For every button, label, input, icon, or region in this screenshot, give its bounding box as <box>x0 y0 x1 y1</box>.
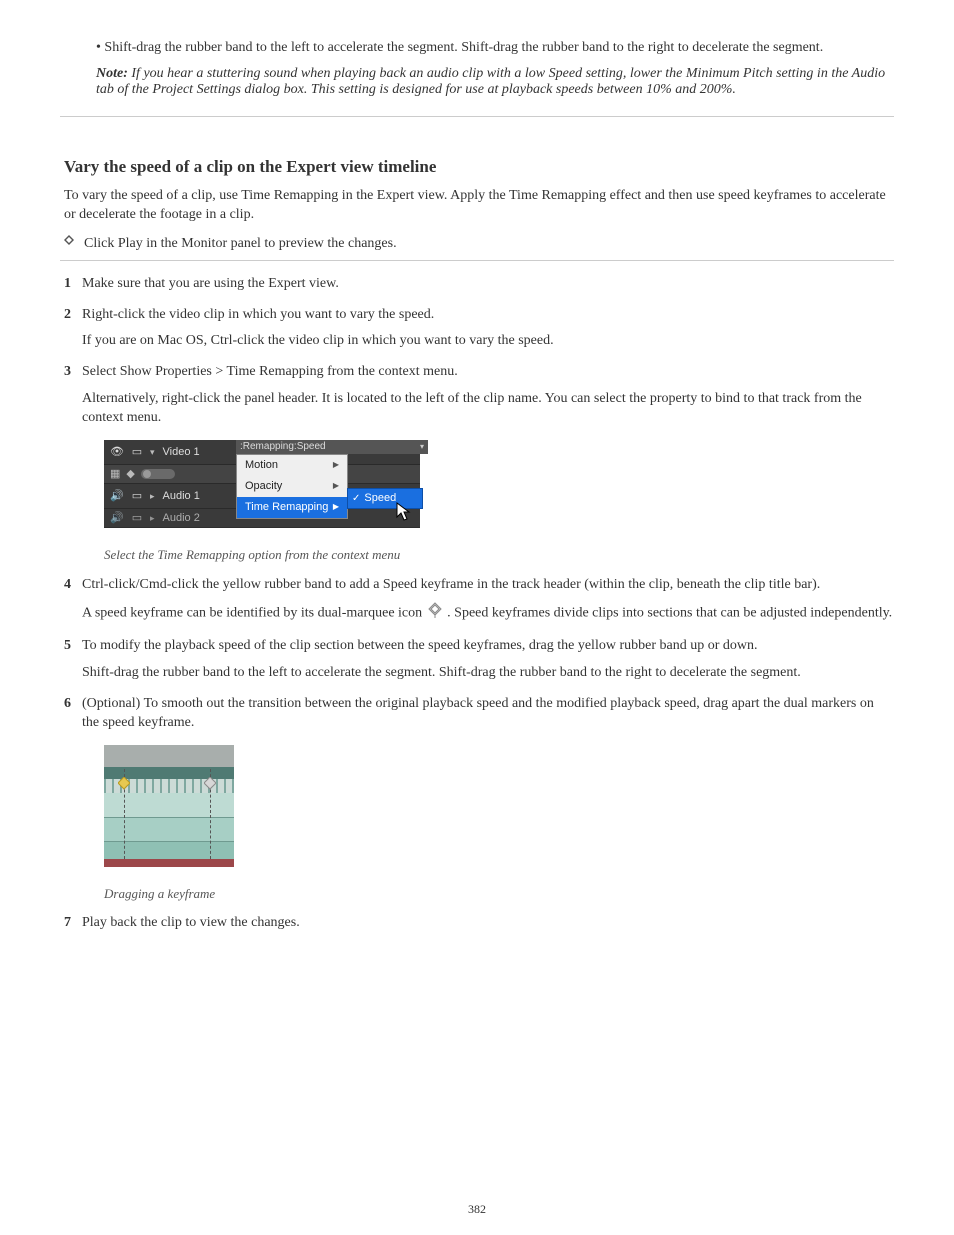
clip-header-label: :Remapping:Speed <box>240 440 326 454</box>
top-note-text: If you hear a stuttering sound when play… <box>96 66 885 97</box>
section-heading: Vary the speed of a clip on the Expert v… <box>64 157 894 177</box>
collapse-arrow-icon[interactable]: ▾ <box>150 446 155 458</box>
fig1-timeline: :Remapping:Speed ▾ 👁 ▭ ▾ Video 1 ▦ ◆ 🔊 ▭ <box>104 440 420 528</box>
step-4-text: Ctrl-click/Cmd-click the yellow rubber b… <box>82 577 820 592</box>
lock-icon-3[interactable]: ▭ <box>130 511 144 525</box>
step-3: 3Select Show Properties > Time Remapping… <box>64 363 894 563</box>
figure-drag-keyframe <box>104 745 894 867</box>
fig2-keyframe-drag <box>104 745 234 867</box>
note-label: Note: <box>96 66 128 81</box>
step-6-text: (Optional) To smooth out the transition … <box>82 696 874 730</box>
menu-item-opacity[interactable]: Opacity ▶ <box>237 476 347 497</box>
top-bullet-text: Shift-drag the rubber band to the left t… <box>104 40 823 55</box>
submenu-arrow-icon: ▶ <box>333 460 339 471</box>
fig2-red-band <box>104 859 234 867</box>
collapse-arrow-icon-3[interactable]: ▸ <box>150 512 155 524</box>
diamond-bullet-icon <box>64 235 74 245</box>
track-audio1-label: Audio 1 <box>163 489 200 504</box>
step-5: 5To modify the playback speed of the cli… <box>64 637 894 683</box>
menu-item-opacity-label: Opacity <box>245 479 282 494</box>
step-5-text: To modify the playback speed of the clip… <box>82 638 757 653</box>
track-audio2-label: Audio 2 <box>163 511 200 526</box>
menu-item-motion[interactable]: Motion ▶ <box>237 455 347 476</box>
speaker-icon[interactable]: 🔊 <box>110 489 124 503</box>
step-4: 4 Ctrl-click/Cmd-click the yellow rubber… <box>64 576 894 626</box>
top-dash-bullet: • Shift-drag the rubber band to the left… <box>60 40 894 56</box>
submenu-speed-label: Speed <box>364 491 396 506</box>
fig2-header-band <box>104 745 234 767</box>
eye-icon[interactable]: 👁 <box>110 445 124 459</box>
step-1: 1Make sure that you are using the Expert… <box>64 275 894 294</box>
step-6: 6(Optional) To smooth out the transition… <box>64 695 894 902</box>
hr-mid <box>60 260 894 261</box>
submenu-arrow-icon-3: ▶ <box>333 502 339 513</box>
step-2-sub: If you are on Mac OS, Ctrl-click the vid… <box>82 332 894 351</box>
menu-item-time-remapping[interactable]: Time Remapping ▶ <box>237 497 347 518</box>
fig1-caption: Select the Time Remapping option from th… <box>104 546 894 564</box>
top-note: Note: If you hear a stuttering sound whe… <box>60 66 894 98</box>
lock-icon[interactable]: ▭ <box>130 445 144 459</box>
submenu-arrow-icon-2: ▶ <box>333 481 339 492</box>
step-4-sub: A speed keyframe can be identified by it… <box>82 602 894 625</box>
step-3-sub: Alternatively, right-click the panel hea… <box>82 390 894 428</box>
fig2-caption: Dragging a keyframe <box>104 885 894 903</box>
check-icon: ✓ <box>352 492 360 506</box>
step-3-text: Select Show Properties > Time Remapping … <box>82 364 458 379</box>
ramp-bullet-row: Click Play in the Monitor panel to previ… <box>64 235 894 254</box>
steps-list: 1Make sure that you are using the Expert… <box>60 275 894 934</box>
collapse-arrow-icon-2[interactable]: ▸ <box>150 490 155 502</box>
speed-keyframe-left[interactable] <box>118 777 130 791</box>
dual-marquee-icon <box>428 602 442 625</box>
step-2-text: Right-click the video clip in which you … <box>82 307 434 322</box>
step-7: 7Play back the clip to view the changes. <box>64 914 894 933</box>
figure-timeline-menu: :Remapping:Speed ▾ 👁 ▭ ▾ Video 1 ▦ ◆ 🔊 ▭ <box>104 440 894 528</box>
menu-item-time-remapping-label: Time Remapping <box>245 500 328 515</box>
step-4-text-a: Ctrl-click/Cmd-click the yellow rubber b… <box>82 577 820 592</box>
intro-paragraph: To vary the speed of a clip, use Time Re… <box>64 187 894 225</box>
step-7-text: Play back the clip to view the changes. <box>82 915 300 930</box>
hr-top <box>60 116 894 117</box>
lock-icon-2[interactable]: ▭ <box>130 489 144 503</box>
clip-header-dropdown-icon[interactable]: ▾ <box>420 442 424 453</box>
filmstrip-icon: ▦ <box>110 467 120 482</box>
track-video1-label: Video 1 <box>163 445 200 460</box>
speed-keyframe-right[interactable] <box>204 777 216 791</box>
speaker-icon-2[interactable]: 🔊 <box>110 511 124 525</box>
context-menu: Motion ▶ Opacity ▶ Time Remapping ▶ <box>236 454 348 519</box>
cursor-icon <box>396 502 412 527</box>
zoom-slider[interactable] <box>141 469 175 479</box>
step-2: 2Right-click the video clip in which you… <box>64 306 894 352</box>
menu-item-motion-label: Motion <box>245 458 278 473</box>
clip-header[interactable]: :Remapping:Speed ▾ <box>236 440 428 454</box>
ramp-bullet-text: Click Play in the Monitor panel to previ… <box>84 235 894 254</box>
page-number: 382 <box>0 1202 954 1217</box>
step-1-text: Make sure that you are using the Expert … <box>82 276 339 291</box>
keyframe-icon[interactable]: ◆ <box>126 467 134 482</box>
step-5-sub: Shift-drag the rubber band to the left t… <box>82 664 894 683</box>
